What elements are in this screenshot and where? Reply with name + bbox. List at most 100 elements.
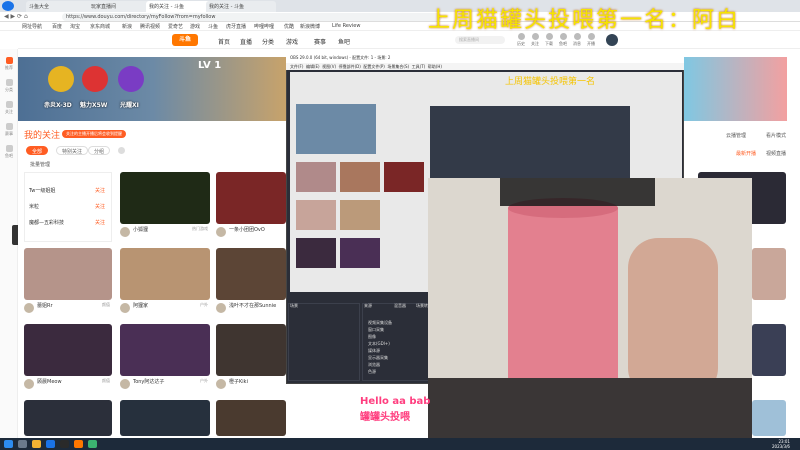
stream-thumbnail[interactable] (216, 400, 286, 436)
stream-card[interactable]: 顾晨Meow 颜值 (24, 324, 112, 394)
nav-item[interactable]: 赛事 (314, 37, 326, 46)
browser-icon[interactable] (46, 440, 55, 448)
stream-card[interactable]: Tony阿达达子 户外 (120, 324, 210, 394)
sidebar-collapse-handle[interactable] (12, 225, 18, 245)
sidebar-item-category[interactable]: 分类 (1, 79, 17, 93)
online-item[interactable]: 米粒 (29, 203, 39, 210)
nav-item[interactable]: 直播 (240, 37, 252, 46)
view-mode-link[interactable]: 看片模式 (766, 132, 786, 139)
user-avatar[interactable] (606, 34, 618, 46)
bookmark-item[interactable]: 优酷 (284, 23, 294, 30)
stream-thumbnail[interactable] (24, 248, 112, 300)
online-item[interactable]: 魔都—五彩科技 (29, 219, 64, 226)
bookmark-item[interactable]: 京东商城 (90, 23, 110, 30)
obs-menu-item[interactable]: 视图(V) (322, 64, 336, 69)
stream-thumbnail[interactable] (120, 248, 210, 300)
bookmark-item[interactable]: 爱奇艺 (168, 23, 183, 30)
site-logo[interactable]: 斗鱼 (172, 34, 198, 46)
cloud-manage-link[interactable]: 云播管理 (726, 132, 746, 139)
obs-menu-item[interactable]: 工具(T) (412, 64, 426, 69)
video-live-link[interactable]: 视频直播 (766, 150, 786, 157)
source-item[interactable]: 文本(GDI+) (368, 341, 390, 347)
stream-thumbnail[interactable] (120, 324, 210, 376)
sidebar-item-yuba[interactable]: 鱼吧 (1, 145, 17, 159)
follow-button[interactable]: 关注 (95, 187, 105, 194)
tab-all[interactable]: 全部 (26, 146, 49, 155)
bookmark-item[interactable]: 斗鱼 (208, 23, 218, 30)
stream-card[interactable]: 橙子Kiki (216, 324, 286, 394)
tab-special[interactable]: 特别关注 (56, 146, 89, 155)
nav-item[interactable]: 分类 (262, 37, 274, 46)
folder-icon[interactable] (32, 440, 41, 448)
stream-thumbnail[interactable] (120, 400, 210, 436)
stream-thumbnail[interactable] (216, 172, 286, 224)
obs-menu-item[interactable]: 配置文件(P) (363, 64, 385, 69)
stream-card[interactable]: 蕾姐Rr 颜值 (24, 248, 112, 318)
url-input[interactable]: https://www.douyu.com/directory/myFollow… (62, 13, 442, 21)
message-icon[interactable]: 消息 (572, 33, 582, 49)
batch-manage-button[interactable]: 批量管理 (30, 161, 50, 168)
avatar (24, 379, 34, 389)
latest-live-link[interactable]: 最新开播 (736, 150, 756, 157)
obs-menu-item[interactable]: 停靠部件(D) (339, 64, 361, 69)
nav-back-icon[interactable]: ◀ ▶ ⟳ ⌂ (4, 13, 28, 20)
bookmark-item[interactable]: 哔哩哔哩 (254, 23, 274, 30)
obs-menu-item[interactable]: 场景集合(S) (387, 64, 409, 69)
app-icon[interactable] (88, 440, 97, 448)
source-item[interactable]: 图像 (368, 334, 376, 340)
obs-menu-item[interactable]: 文件(F) (290, 64, 303, 69)
app-icon[interactable] (74, 440, 83, 448)
download-icon[interactable]: 下载 (544, 33, 554, 49)
source-item[interactable]: 色源 (368, 369, 376, 375)
sidebar-item-follow[interactable]: 关注 (1, 101, 17, 115)
tab-group[interactable]: 分组 (88, 146, 111, 155)
stream-card[interactable]: 小狐狸 热门游戏 (120, 172, 210, 242)
source-item[interactable]: 媒体源 (368, 348, 380, 354)
stream-thumbnail[interactable] (752, 248, 786, 300)
obs-icon[interactable] (60, 440, 69, 448)
stream-thumbnail[interactable] (216, 248, 286, 300)
source-item[interactable]: 显示器采集 (368, 355, 388, 361)
sidebar-item-events[interactable]: 赛事 (1, 123, 17, 137)
browser-tab[interactable]: 斗鱼大全 (26, 1, 96, 12)
nav-item[interactable]: 游戏 (286, 37, 298, 46)
bookmark-item[interactable]: 虎牙直播 (226, 23, 246, 30)
follow-button[interactable]: 关注 (95, 203, 105, 210)
obs-menu-item[interactable]: 编辑(E) (306, 64, 320, 69)
bookmark-item[interactable]: 百度 (52, 23, 62, 30)
search-icon[interactable] (18, 440, 27, 448)
source-item[interactable]: 窗口采集 (368, 327, 384, 333)
follow-button[interactable]: 关注 (95, 219, 105, 226)
bookmark-item[interactable]: 游戏 (190, 23, 200, 30)
start-icon[interactable] (4, 440, 13, 448)
stream-card[interactable]: 阿狸家 户外 (120, 248, 210, 318)
browser-tab[interactable]: 我的关注 - 斗鱼 (206, 1, 276, 12)
broadcast-icon[interactable]: 开播 (586, 33, 596, 49)
bookmark-item[interactable]: 新浪微博 (300, 23, 320, 30)
stream-thumbnail[interactable] (216, 324, 286, 376)
stream-thumbnail[interactable] (752, 400, 786, 436)
source-item[interactable]: 浏览器 (368, 362, 380, 368)
nav-item[interactable]: 鱼吧 (338, 37, 350, 46)
bookmark-item[interactable]: 淘宝 (70, 23, 80, 30)
follow-icon[interactable]: 关注 (530, 33, 540, 49)
history-icon[interactable]: 历史 (516, 33, 526, 49)
stream-thumbnail[interactable] (24, 400, 112, 436)
search-input[interactable]: 搜索直播间 (455, 36, 505, 44)
bookmark-item[interactable]: 新浪 (122, 23, 132, 30)
yuba-icon[interactable]: 鱼吧 (558, 33, 568, 49)
bookmark-item[interactable]: 腾讯视频 (140, 23, 160, 30)
bookmark-item[interactable]: Life Review (332, 23, 360, 29)
sidebar-item-recommend[interactable]: 推荐 (1, 57, 17, 71)
bookmark-item[interactable]: 网址导航 (22, 23, 42, 30)
settings-icon[interactable] (118, 147, 125, 154)
stream-thumbnail[interactable] (120, 172, 210, 224)
obs-menu-item[interactable]: 帮助(H) (428, 64, 442, 69)
stream-card[interactable]: 浅叶不才在那Sunnie (216, 248, 286, 318)
stream-card[interactable]: 一条小团团OvO (216, 172, 286, 242)
nav-item[interactable]: 首页 (218, 37, 230, 46)
online-item[interactable]: Tw一级姐姐 (29, 187, 55, 194)
source-item[interactable]: 视频采集设备 (368, 320, 392, 326)
stream-thumbnail[interactable] (24, 324, 112, 376)
stream-thumbnail[interactable] (752, 324, 786, 376)
